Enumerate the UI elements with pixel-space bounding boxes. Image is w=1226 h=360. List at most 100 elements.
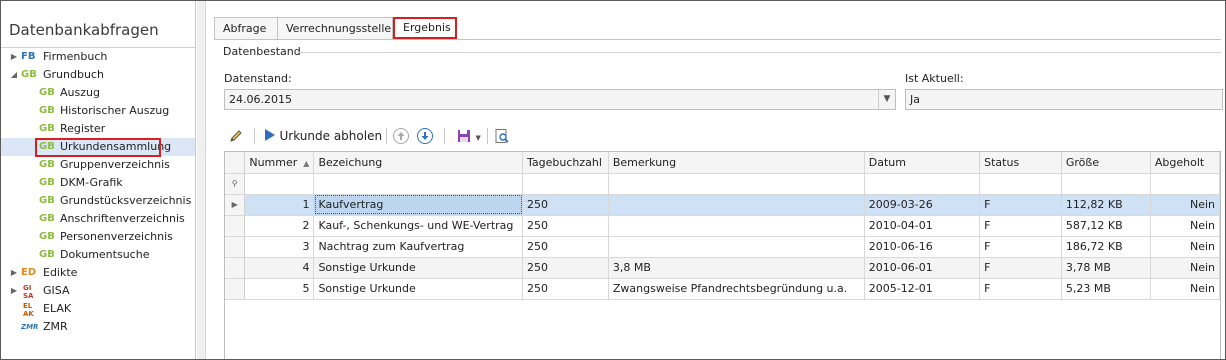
main-panel: Abfrage Verrechnungsstelle Ergebnis Date… (207, 1, 1225, 359)
cell-abgeholt[interactable]: Nein (1150, 236, 1220, 258)
filter-cell[interactable] (522, 173, 609, 195)
column-header-nummer[interactable]: Nummer ▲ (244, 152, 315, 174)
tab-abfrage[interactable]: Abfrage (214, 17, 278, 39)
filter-cell[interactable] (244, 173, 315, 195)
tree-item-zmr[interactable]: ZMR ZMR (1, 318, 195, 336)
gb-icon: GB (39, 159, 55, 170)
table-row[interactable]: 5 Sonstige Urkunde 250 Zwangsweise Pfand… (225, 278, 1220, 300)
table-row[interactable]: 3 Nachtrag zum Kaufvertrag 250 2010-06-1… (225, 236, 1220, 258)
cell-status[interactable]: F (979, 278, 1062, 300)
urkunde-abholen-button[interactable]: Urkunde abholen (264, 124, 382, 148)
cell-nummer[interactable]: 1 (244, 194, 315, 216)
cell-bemerkung[interactable] (608, 194, 865, 216)
cell-tagebuchzahl[interactable]: 250 (522, 194, 609, 216)
tab-verrechnungsstelle[interactable]: Verrechnungsstelle (277, 17, 393, 39)
cell-bemerkung[interactable] (608, 215, 865, 237)
filter-cell[interactable] (979, 173, 1062, 195)
cell-datum[interactable]: 2010-04-01 (864, 215, 981, 237)
filter-cell[interactable] (1061, 173, 1151, 195)
cell-bezeichnung[interactable]: Kauf-, Schenkungs- und WE-Vertrag (313, 215, 524, 237)
cell-bezeichnung[interactable]: Sonstige Urkunde (313, 278, 524, 300)
cell-bezeichnung[interactable]: Nachtrag zum Kaufvertrag (313, 236, 524, 258)
column-header-bemerkung[interactable]: Bemerkung (608, 152, 865, 174)
cell-status[interactable]: F (979, 257, 1062, 279)
cell-nummer[interactable]: 2 (244, 215, 315, 237)
tree-item-dokumentsuche[interactable]: GB Dokumentsuche (1, 246, 195, 264)
cell-groesse[interactable]: 587,12 KB (1061, 215, 1151, 237)
expand-arrow-icon[interactable]: ▶ (9, 48, 19, 66)
cell-nummer[interactable]: 3 (244, 236, 315, 258)
cell-groesse[interactable]: 186,72 KB (1061, 236, 1151, 258)
tree-item-register[interactable]: GB Register (1, 120, 195, 138)
cell-groesse[interactable]: 5,23 MB (1061, 278, 1151, 300)
column-header-groesse[interactable]: Größe (1061, 152, 1151, 174)
cell-datum[interactable]: 2010-06-01 (864, 257, 981, 279)
cell-bemerkung[interactable]: 3,8 MB (608, 257, 865, 279)
expand-arrow-icon[interactable]: ▶ (9, 264, 19, 282)
tree-item-elak[interactable]: EL AK ELAK (1, 300, 195, 318)
tree-item-firmenbuch[interactable]: ▶ FB Firmenbuch (1, 48, 195, 66)
cell-tagebuchzahl[interactable]: 250 (522, 236, 609, 258)
tree-item-grundstuecksverzeichnis[interactable]: GB Grundstücksverzeichnis (1, 192, 195, 210)
cell-tagebuchzahl[interactable]: 250 (522, 257, 609, 279)
tree-item-edikte[interactable]: ▶ ED Edikte (1, 264, 195, 282)
tree-item-gisa[interactable]: ▶ GI SA GISA (1, 282, 195, 300)
panel-splitter[interactable] (197, 1, 206, 359)
table-row[interactable]: ▶ 1 Kaufvertrag 250 2009-03-26 F 112,82 … (225, 194, 1220, 216)
collapse-arrow-icon[interactable]: ◢ (9, 66, 19, 84)
filter-cell[interactable] (1150, 173, 1220, 195)
cell-tagebuchzahl[interactable]: 250 (522, 215, 609, 237)
filter-cell[interactable] (608, 173, 865, 195)
column-header-status[interactable]: Status (979, 152, 1062, 174)
expand-arrow-icon[interactable]: ▶ (9, 282, 19, 300)
cell-nummer[interactable]: 5 (244, 278, 315, 300)
edit-pencil-icon[interactable] (228, 124, 244, 148)
cell-nummer[interactable]: 4 (244, 257, 315, 279)
toolbar: Urkunde abholen ▼ (224, 124, 1221, 148)
tree-item-anschriftenverzeichnis[interactable]: GB Anschriftenverzeichnis (1, 210, 195, 228)
cell-abgeholt[interactable]: Nein (1150, 257, 1220, 279)
cell-groesse[interactable]: 112,82 KB (1061, 194, 1151, 216)
cell-abgeholt[interactable]: Nein (1150, 215, 1220, 237)
tree-item-urkundensammlung[interactable]: GB Urkundensammlung (1, 138, 195, 156)
row-indicator (225, 236, 246, 258)
chevron-down-icon[interactable]: ▼ (878, 90, 895, 109)
tree-item-grundbuch[interactable]: ◢ GB Grundbuch (1, 66, 195, 84)
move-down-icon[interactable] (416, 124, 434, 148)
cell-tagebuchzahl[interactable]: 250 (522, 278, 609, 300)
cell-bemerkung[interactable]: Zwangsweise Pfandrechtsbegründung u.a. (608, 278, 865, 300)
save-icon[interactable]: ▼ (456, 124, 481, 148)
tree-item-auszug[interactable]: GB Auszug (1, 84, 195, 102)
column-header-abgeholt[interactable]: Abgeholt (1150, 152, 1220, 174)
tree-item-gruppenverzeichnis[interactable]: GB Gruppenverzeichnis (1, 156, 195, 174)
cell-status[interactable]: F (979, 215, 1062, 237)
move-up-icon[interactable] (392, 124, 410, 148)
tab-ergebnis[interactable]: Ergebnis (393, 17, 457, 39)
cell-datum[interactable]: 2010-06-16 (864, 236, 981, 258)
cell-status[interactable]: F (979, 236, 1062, 258)
dropdown-arrow-icon[interactable]: ▼ (476, 134, 481, 142)
datenstand-dropdown[interactable]: 24.06.2015 ▼ (224, 89, 896, 110)
toolbar-separator (444, 128, 445, 144)
cell-abgeholt[interactable]: Nein (1150, 194, 1220, 216)
cell-datum[interactable]: 2009-03-26 (864, 194, 981, 216)
column-header-bezeichnung[interactable]: Bezeichung (313, 152, 524, 174)
filter-pin-icon: ⚲ (225, 173, 246, 195)
cell-bemerkung[interactable] (608, 236, 865, 258)
cell-abgeholt[interactable]: Nein (1150, 278, 1220, 300)
cell-status[interactable]: F (979, 194, 1062, 216)
preview-search-icon[interactable] (494, 124, 510, 148)
cell-bezeichnung[interactable]: Kaufvertrag (313, 194, 524, 216)
filter-cell[interactable] (864, 173, 981, 195)
table-row[interactable]: 4 Sonstige Urkunde 250 3,8 MB 2010-06-01… (225, 257, 1220, 279)
tree-item-dkm-grafik[interactable]: GB DKM-Grafik (1, 174, 195, 192)
filter-cell[interactable] (313, 173, 524, 195)
table-row[interactable]: 2 Kauf-, Schenkungs- und WE-Vertrag 250 … (225, 215, 1220, 237)
tree-item-historischer-auszug[interactable]: GB Historischer Auszug (1, 102, 195, 120)
column-header-tagebuchzahl[interactable]: Tagebuchzahl (522, 152, 609, 174)
cell-datum[interactable]: 2005-12-01 (864, 278, 981, 300)
tree-item-personenverzeichnis[interactable]: GB Personenverzeichnis (1, 228, 195, 246)
column-header-datum[interactable]: Datum (864, 152, 981, 174)
cell-groesse[interactable]: 3,78 MB (1061, 257, 1151, 279)
cell-bezeichnung[interactable]: Sonstige Urkunde (313, 257, 524, 279)
